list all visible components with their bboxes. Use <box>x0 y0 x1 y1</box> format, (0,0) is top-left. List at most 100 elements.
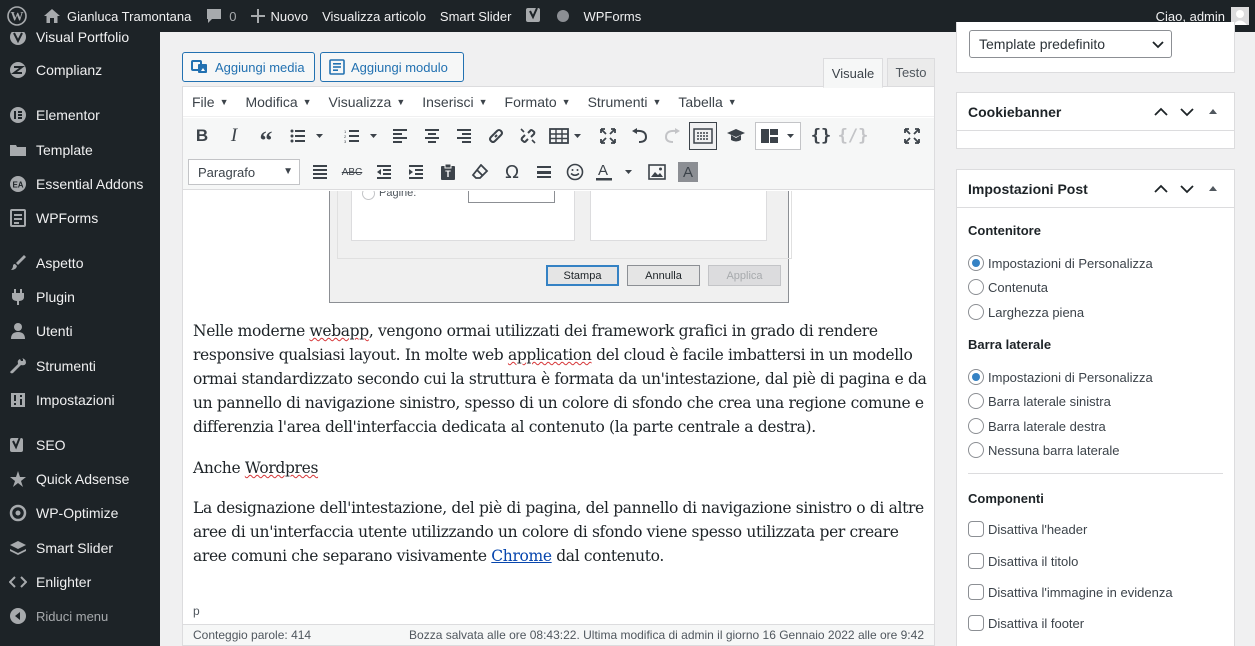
chevron-up-icon[interactable] <box>1148 182 1174 196</box>
menu-strumenti[interactable]: Strumenti ▼ <box>588 94 662 110</box>
chrome-link[interactable]: Chrome <box>491 547 552 565</box>
table-icon[interactable] <box>547 118 585 154</box>
tab-visual[interactable]: Visuale <box>823 58 883 88</box>
blockquote-icon[interactable]: “ <box>255 118 277 155</box>
sidebar-item-wp-optimize[interactable]: WP-Optimize <box>0 498 160 528</box>
eraser-icon[interactable] <box>469 154 491 190</box>
sidebar-item-utenti[interactable]: Utenti <box>0 316 160 346</box>
align-left-icon[interactable] <box>389 118 411 154</box>
sidebar-item-aspetto[interactable]: Aspetto <box>0 248 160 278</box>
redo-icon[interactable] <box>661 118 683 154</box>
text-color-icon[interactable]: A <box>593 154 637 190</box>
align-center-icon[interactable] <box>421 118 443 154</box>
container-option-full-width[interactable]: Larghezza piena <box>968 304 1084 320</box>
emoji-icon[interactable] <box>564 154 586 190</box>
component-disable-footer[interactable]: Disattiva il footer <box>968 615 1084 631</box>
align-justify-icon[interactable] <box>309 154 331 190</box>
sidebar-item-essential-addons[interactable]: EA Essential Addons <box>0 169 160 199</box>
view-post-link[interactable]: Visualizza articolo <box>315 0 433 32</box>
add-media-button[interactable]: Aggiungi media <box>182 52 315 82</box>
sidebar-item-complianz[interactable]: Complianz <box>0 55 160 85</box>
sidebar-item-strumenti[interactable]: Strumenti <box>0 351 160 381</box>
menu-tabella[interactable]: Tabella ▼ <box>678 94 736 110</box>
numbered-list-icon[interactable]: 123 <box>341 118 381 154</box>
distraction-free-icon[interactable] <box>901 118 923 154</box>
sidebar-item-impostazioni[interactable]: Impostazioni <box>0 385 160 415</box>
yoast-seo-link[interactable] <box>518 0 550 32</box>
menu-formato[interactable]: Formato ▼ <box>505 94 571 110</box>
sidebar-item-seo[interactable]: SEO <box>0 430 160 460</box>
bullet-list-icon[interactable] <box>287 118 327 154</box>
toggle-arrow-up-icon[interactable] <box>1200 182 1226 196</box>
sidebar-option-none[interactable]: Nessuna barra laterale <box>968 442 1120 458</box>
link-icon[interactable] <box>485 118 507 154</box>
format-select[interactable]: Paragrafo ▼ <box>188 159 300 185</box>
sidebar-item-plugin[interactable]: Plugin <box>0 282 160 312</box>
collapse-menu-button[interactable]: Riduci menu <box>0 601 160 631</box>
sidebar-item-wpforms[interactable]: WPForms <box>0 203 160 233</box>
container-option-customizer[interactable]: Impostazioni di Personalizza <box>968 255 1153 271</box>
smart-slider-link[interactable]: Smart Slider <box>433 0 519 32</box>
image-icon[interactable] <box>646 154 668 190</box>
layout-picker-icon[interactable] <box>755 122 801 150</box>
checkbox[interactable] <box>968 615 984 631</box>
sidebar-option-customizer[interactable]: Impostazioni di Personalizza <box>968 369 1153 385</box>
chevron-down-icon[interactable] <box>1174 105 1200 119</box>
checkbox[interactable] <box>968 521 984 537</box>
chevron-up-icon[interactable] <box>1148 105 1174 119</box>
menu-visualizza[interactable]: Visualizza ▼ <box>329 94 406 110</box>
sidebar-item-visual-portfolio[interactable]: Visual Portfolio <box>0 32 160 52</box>
new-content-link[interactable]: Nuovo <box>244 0 316 32</box>
sidebar-item-quick-adsense[interactable]: Quick Adsense <box>0 464 160 494</box>
checkbox[interactable] <box>968 584 984 600</box>
sidebar-item-elementor[interactable]: Elementor <box>0 100 160 130</box>
toolbar-toggle-icon[interactable] <box>689 122 717 150</box>
site-name-link[interactable]: Gianluca Tramontana <box>36 0 198 32</box>
post-settings-header[interactable]: Impostazioni Post <box>957 170 1234 208</box>
chevron-down-icon[interactable] <box>1174 182 1200 196</box>
container-option-contained[interactable]: Contenuta <box>968 279 1048 295</box>
radio[interactable] <box>968 304 984 320</box>
radio-selected[interactable] <box>968 369 984 385</box>
graduation-cap-icon[interactable] <box>725 118 747 154</box>
tab-text[interactable]: Testo <box>887 58 935 87</box>
indent-icon[interactable] <box>405 154 427 190</box>
sidebar-item-smart-slider[interactable]: Smart Slider <box>0 533 160 563</box>
fullscreen-icon[interactable] <box>597 118 619 154</box>
italic-icon[interactable]: I <box>223 118 245 154</box>
undo-icon[interactable] <box>629 118 651 154</box>
editor-content[interactable]: Pagine: Stampa Annulla Applica Nelle mod… <box>183 191 934 601</box>
menu-inserisci[interactable]: Inserisci ▼ <box>422 94 487 110</box>
toggle-arrow-up-icon[interactable] <box>1200 105 1226 119</box>
sidebar-option-right[interactable]: Barra laterale destra <box>968 418 1106 434</box>
radio[interactable] <box>968 442 984 458</box>
sidebar-item-enlighter[interactable]: Enlighter <box>0 567 160 597</box>
add-form-button[interactable]: Aggiungi modulo <box>320 52 464 82</box>
radio[interactable] <box>968 279 984 295</box>
component-disable-title[interactable]: Disattiva il titolo <box>968 553 1078 569</box>
align-right-icon[interactable] <box>453 118 475 154</box>
background-color-icon[interactable]: A <box>677 154 699 190</box>
comments-link[interactable]: 0 <box>198 0 243 32</box>
inline-code-icon[interactable]: {/} <box>838 118 869 154</box>
wpforms-link[interactable]: WPForms <box>576 0 648 32</box>
code-braces-icon[interactable]: {} <box>809 118 833 154</box>
menu-file[interactable]: File ▼ <box>192 94 228 110</box>
component-disable-header[interactable]: Disattiva l'header <box>968 521 1087 537</box>
cookiebanner-header[interactable]: Cookiebanner <box>957 93 1234 131</box>
radio-selected[interactable] <box>968 255 984 271</box>
strikethrough-icon[interactable]: ABC <box>341 154 363 190</box>
radio[interactable] <box>968 418 984 434</box>
paste-text-icon[interactable]: T <box>437 154 459 190</box>
template-select[interactable]: Template predefinito <box>969 30 1172 58</box>
checkbox[interactable] <box>968 553 984 569</box>
radio[interactable] <box>968 393 984 409</box>
wordpress-logo-button[interactable]: W <box>0 0 36 32</box>
element-path[interactable]: p <box>193 604 200 618</box>
sidebar-option-left[interactable]: Barra laterale sinistra <box>968 393 1111 409</box>
horizontal-line-icon[interactable] <box>533 154 555 190</box>
sidebar-item-template[interactable]: Template <box>0 135 160 165</box>
unlink-icon[interactable] <box>517 118 539 154</box>
outdent-icon[interactable] <box>373 154 395 190</box>
menu-modifica[interactable]: Modifica ▼ <box>245 94 311 110</box>
